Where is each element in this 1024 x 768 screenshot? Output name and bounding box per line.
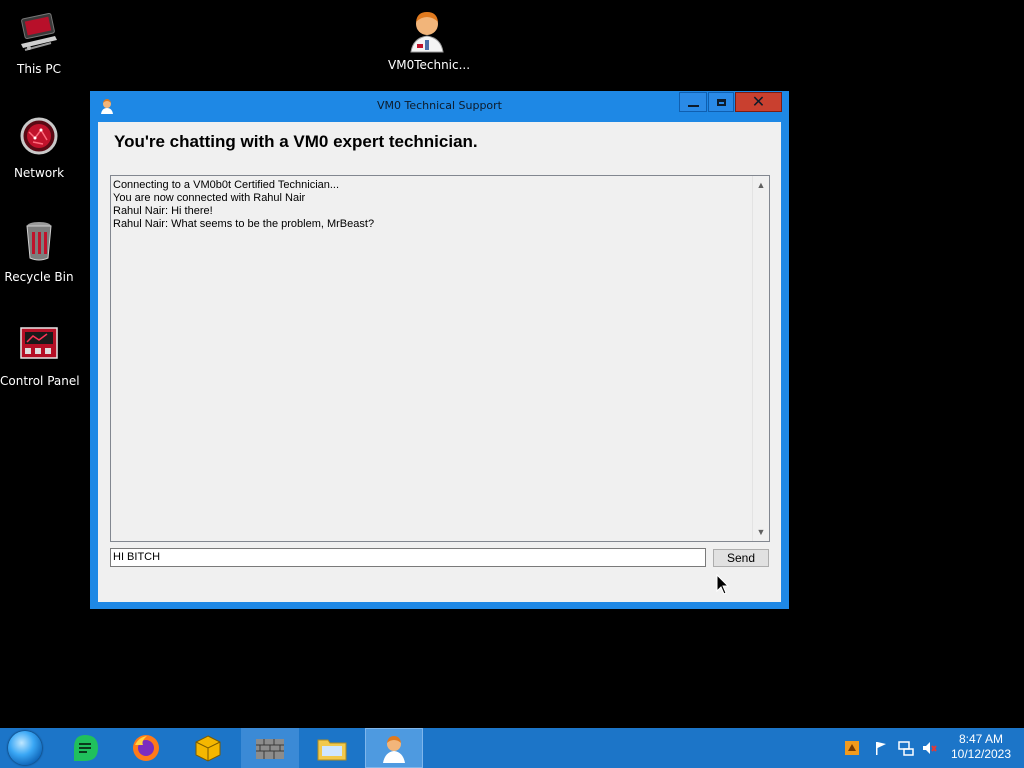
desktop-icon-vm0technician[interactable]: VM0Technic... (388, 6, 471, 72)
desktop-icon-label: VM0Technic... (388, 58, 471, 72)
chat-log-text: Connecting to a VM0b0t Certified Technic… (113, 179, 751, 231)
maximize-button[interactable] (708, 92, 734, 112)
minimize-button[interactable] (679, 92, 707, 112)
message-input[interactable]: HI BITCH (110, 548, 706, 567)
tray-app-icon[interactable] (844, 740, 860, 756)
this-pc-icon (15, 10, 63, 58)
close-button[interactable]: ✕ (735, 92, 782, 112)
scroll-down-icon[interactable]: ▼ (753, 524, 769, 540)
network-status-icon[interactable] (898, 740, 914, 756)
cube-app-icon (195, 735, 221, 762)
desktop-icon-label: Network (13, 166, 65, 180)
desktop-icon-label: This PC (17, 62, 61, 76)
mouse-cursor-icon (716, 573, 730, 601)
taskbar-notes-app[interactable] (56, 728, 114, 768)
desktop-icon-network[interactable]: Network (0, 114, 78, 180)
taskbar-technical-support[interactable] (365, 728, 423, 768)
chat-log-scrollbar[interactable]: ▲ ▼ (752, 176, 769, 541)
chat-line: Rahul Nair: What seems to be the problem… (113, 218, 375, 230)
maximize-icon (716, 98, 726, 106)
window-client-area: You're chatting with a VM0 expert techni… (98, 122, 781, 602)
recycle-bin-icon (15, 218, 63, 266)
desktop-icon-control-panel[interactable]: Control Panel (0, 322, 80, 388)
close-icon: ✕ (751, 92, 766, 111)
technical-support-icon (383, 736, 405, 763)
taskbar: 8:47 AM 10/12/2023 (0, 728, 1024, 768)
desktop-icon-label: Control Panel (0, 374, 80, 388)
desktop: This PC Network Recycle Bin Control Pane… (0, 0, 1024, 728)
taskbar-file-explorer[interactable] (303, 728, 361, 768)
chat-log[interactable]: Connecting to a VM0b0t Certified Technic… (110, 175, 770, 542)
clock-time: 8:47 AM (958, 732, 1004, 746)
send-button[interactable]: Send (713, 549, 769, 567)
clock-date: 10/12/2023 (950, 747, 1012, 761)
chat-heading: You're chatting with a VM0 expert techni… (114, 132, 478, 151)
chat-line: You are now connected with Rahul Nair (113, 192, 306, 204)
taskbar-firefox[interactable] (117, 728, 175, 768)
volume-muted-icon[interactable] (922, 740, 938, 756)
control-panel-icon (15, 322, 63, 370)
file-explorer-icon (317, 739, 347, 761)
wall-app-icon (256, 739, 284, 759)
window-titlebar[interactable]: VM0 Technical Support ✕ (90, 91, 789, 121)
taskbar-cube-app[interactable] (179, 728, 237, 768)
minimize-icon (687, 105, 699, 107)
taskbar-clock[interactable]: 8:47 AM 10/12/2023 (946, 732, 1016, 762)
desktop-icon-recycle-bin[interactable]: Recycle Bin (0, 218, 78, 284)
network-icon (15, 114, 63, 162)
desktop-icon-this-pc[interactable]: This PC (0, 10, 78, 76)
start-orb-icon[interactable] (8, 731, 42, 765)
desktop-icon-label: Recycle Bin (4, 270, 74, 284)
flag-icon[interactable] (873, 740, 889, 756)
taskbar-wall-app[interactable] (241, 728, 299, 768)
scroll-up-icon[interactable]: ▲ (753, 177, 769, 193)
notes-app-icon (74, 735, 98, 761)
technician-icon (403, 6, 451, 54)
firefox-icon (133, 735, 159, 761)
chat-line: Rahul Nair: Hi there! (113, 205, 213, 217)
technical-support-window: VM0 Technical Support ✕ You're chatting … (90, 91, 789, 609)
chat-line: Connecting to a VM0b0t Certified Technic… (113, 179, 340, 191)
